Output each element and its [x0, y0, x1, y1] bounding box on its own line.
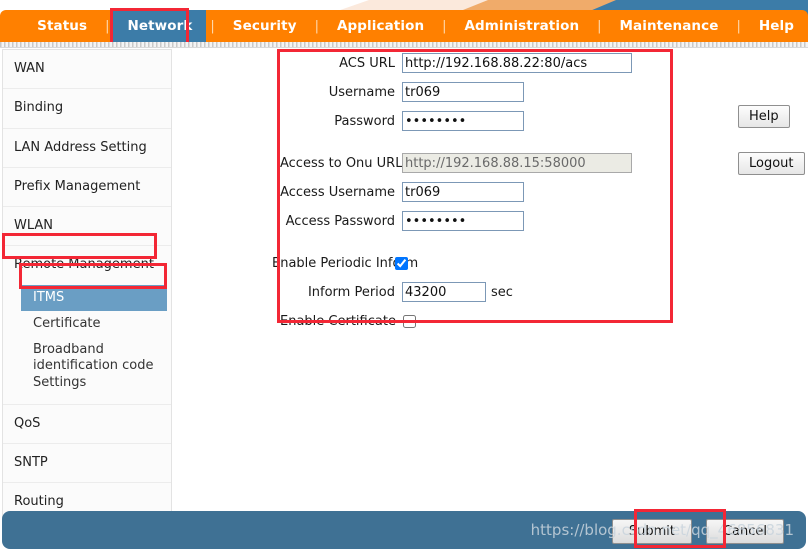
form-row-username: Username [280, 81, 670, 103]
itms-settings-form: ACS URL Username Password Access to Onu … [272, 52, 670, 339]
sidebar-item-prefix-management[interactable]: Prefix Management [3, 168, 171, 207]
access-password-label: Access Password [285, 213, 395, 229]
form-row-enable-certificate: Enable Certificate [280, 310, 670, 332]
nav-separator: | [210, 18, 215, 34]
nav-tab-network[interactable]: Network [113, 10, 207, 42]
nav-tab-status[interactable]: Status [23, 10, 101, 42]
access-to-onu-url-label: Access to Onu URL [280, 155, 403, 171]
sidebar-item-qos[interactable]: QoS [3, 405, 171, 444]
password-label: Password [334, 113, 395, 129]
nav-tab-help[interactable]: Help [745, 10, 808, 42]
nav-tab-security[interactable]: Security [219, 10, 311, 42]
acs-url-input[interactable] [402, 53, 632, 73]
form-row-password: Password [280, 110, 670, 132]
footer-button-group: Submit Cancel [611, 519, 784, 544]
access-username-input[interactable] [402, 182, 524, 202]
nav-tab-security-label: Security [232, 18, 297, 34]
sidebar-item-label: Binding [14, 100, 64, 116]
sidebar-item-label: Routing [14, 494, 64, 510]
password-input[interactable] [402, 111, 524, 131]
nav-tab-application-label: Application [336, 18, 425, 34]
nav-tab-administration[interactable]: Administration [451, 10, 594, 42]
sidebar-submenu-remote-management: ITMS Certificate Broadband identificatio… [3, 284, 171, 405]
inform-period-unit: sec [491, 284, 513, 300]
nav-left-padding [0, 10, 23, 42]
acs-url-label: ACS URL [339, 55, 395, 71]
nav-tab-status-label: Status [37, 18, 88, 34]
sidebar-subitem-label: Certificate [33, 315, 101, 331]
inform-period-label: Inform Period [307, 284, 395, 300]
sidebar-item-binding[interactable]: Binding [3, 89, 171, 129]
enable-certificate-label: Enable Certificate [280, 313, 396, 329]
form-row-access-to-onu-url: Access to Onu URL [280, 152, 670, 174]
form-spacer [280, 239, 670, 252]
access-username-label: Access Username [280, 184, 395, 200]
sidebar-item-wlan[interactable]: WLAN [3, 207, 171, 247]
nav-tab-maintenance[interactable]: Maintenance [606, 10, 733, 42]
nav-underline-strip [0, 42, 808, 48]
sidebar-item-label: SNTP [14, 455, 48, 470]
sidebar-subitem-label: ITMS [33, 289, 65, 305]
sidebar-item-lan-address-setting[interactable]: LAN Address Setting [3, 129, 171, 168]
form-row-inform-period: Inform Period sec [280, 281, 670, 303]
sidebar-item-label: WAN [14, 61, 45, 76]
access-password-input[interactable] [402, 211, 524, 231]
nav-separator: | [597, 18, 602, 34]
sidebar-item-label: WLAN [14, 218, 54, 233]
form-row-acs-url: ACS URL [280, 52, 670, 74]
sidebar-item-label: QoS [14, 415, 41, 431]
sidebar-item-label: Remote Management [14, 257, 154, 273]
form-spacer [280, 139, 670, 152]
sidebar-item-label: Prefix Management [14, 178, 141, 194]
submit-button[interactable]: Submit [611, 519, 692, 544]
logout-button[interactable]: Logout [738, 152, 805, 175]
inform-period-input[interactable] [402, 282, 486, 302]
sidebar-item-remote-management[interactable]: Remote Management [3, 246, 171, 284]
username-input[interactable] [402, 82, 524, 102]
nav-separator: | [105, 18, 110, 34]
nav-tab-help-label: Help [758, 18, 794, 34]
sidebar-menu: WAN Binding LAN Address Setting Prefix M… [2, 49, 172, 534]
enable-periodic-inform-label: Enable Periodic Inform [272, 255, 419, 271]
nav-tab-maintenance-label: Maintenance [619, 18, 719, 34]
sidebar-subitem-label: Broadband identification code Settings [33, 342, 154, 390]
access-to-onu-url-input [402, 153, 632, 173]
sidebar-item-sntp[interactable]: SNTP [3, 444, 171, 484]
sidebar-item-wan[interactable]: WAN [3, 50, 171, 90]
username-label: Username [328, 84, 395, 100]
main-navigation: Status | Network | Security | Applicatio… [0, 10, 808, 42]
enable-periodic-inform-checkbox[interactable] [395, 256, 408, 270]
enable-certificate-checkbox[interactable] [403, 314, 416, 328]
nav-tab-application[interactable]: Application [323, 10, 438, 42]
form-row-access-username: Access Username [280, 181, 670, 203]
form-row-enable-periodic-inform: Enable Periodic Inform [272, 252, 670, 274]
nav-tab-administration-label: Administration [464, 18, 580, 34]
sidebar-item-label: LAN Address Setting [14, 139, 147, 155]
sidebar-subitem-certificate[interactable]: Certificate [3, 311, 171, 337]
nav-separator: | [314, 18, 319, 34]
help-button[interactable]: Help [738, 105, 790, 128]
form-row-access-password: Access Password [280, 210, 670, 232]
sidebar-subitem-broadband-identification-code-settings[interactable]: Broadband identification code Settings [3, 337, 171, 396]
nav-separator: | [442, 18, 447, 34]
nav-separator: | [736, 18, 741, 34]
nav-tab-network-label: Network [127, 18, 193, 34]
sidebar-subitem-itms[interactable]: ITMS [21, 284, 167, 311]
cancel-button[interactable]: Cancel [705, 519, 784, 544]
